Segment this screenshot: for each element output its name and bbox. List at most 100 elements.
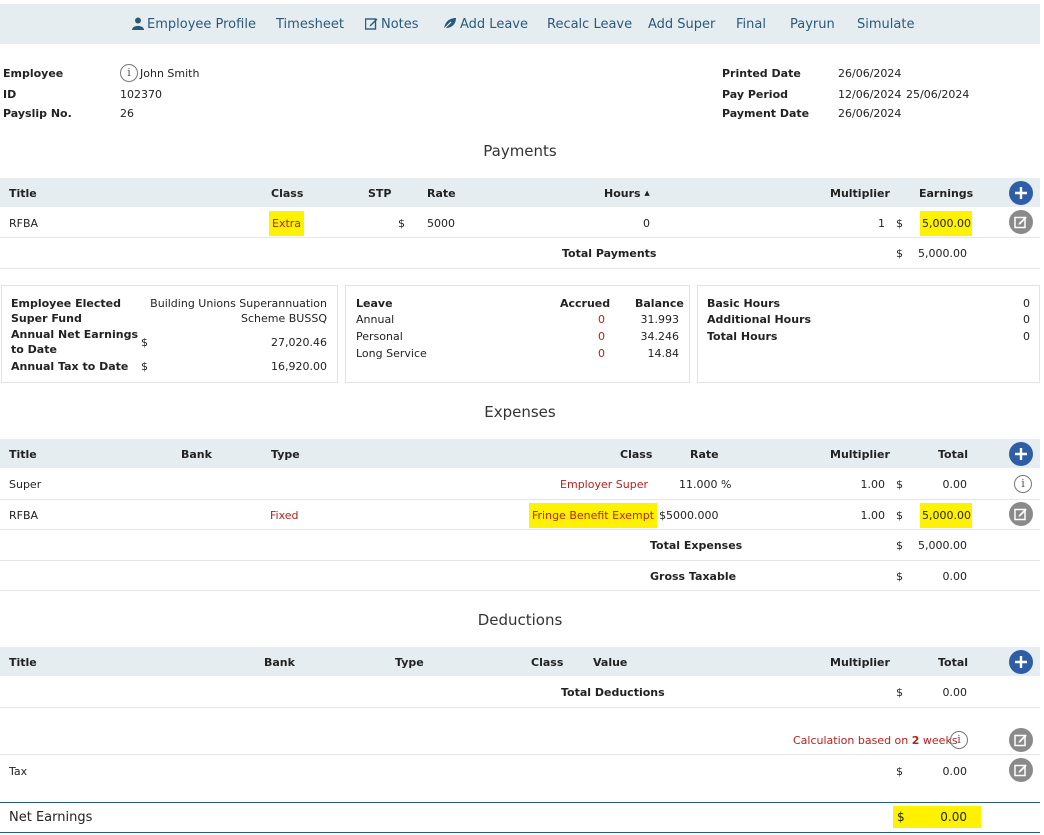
calculation-note: Calculation based on 2 weeks (793, 734, 958, 747)
annual-tax-currency: $ (141, 360, 148, 373)
net-earnings-label: Net Earnings (9, 810, 93, 825)
nav-final[interactable]: Final (736, 17, 766, 32)
divider (0, 237, 1040, 238)
edit-payment-button[interactable] (1009, 210, 1033, 234)
nav-add-super[interactable]: Add Super (648, 17, 715, 32)
pay-period-to: 25/06/2024 (906, 88, 970, 101)
nav-notes[interactable]: Notes (364, 17, 419, 32)
expense-rate: $5000.000 (659, 509, 719, 522)
nav-timesheet[interactable]: Timesheet (276, 17, 344, 32)
nav-recalc-leave[interactable]: Recalc Leave (547, 17, 632, 32)
total-deductions-label: Total Deductions (561, 686, 665, 699)
id-label: ID (3, 88, 17, 101)
total-expenses-value: 5,000.00 (918, 539, 967, 552)
nav-add-leave[interactable]: Add Leave (443, 17, 528, 32)
payslip-value: 26 (120, 107, 134, 120)
expense-total: 5,000.00 (920, 503, 972, 528)
payment-earnings-currency: $ (896, 217, 903, 230)
expense-rate: 11.000 % (679, 478, 732, 491)
edit-icon (1014, 764, 1027, 777)
id-value: 102370 (120, 88, 162, 101)
expense-title: RFBA (9, 509, 39, 522)
additional-hours-label: Additional Hours (707, 313, 812, 326)
super-fund-label-1: Employee Elected (11, 297, 121, 310)
edit-icon (1014, 216, 1027, 229)
super-fund-label-2: Super Fund (11, 312, 82, 325)
total-payments-value: 5,000.00 (918, 247, 967, 260)
annual-tax-label: Annual Tax to Date (11, 360, 129, 373)
col-type: Type (271, 448, 300, 461)
col-title: Title (9, 187, 37, 200)
col-multiplier: Multiplier (830, 656, 890, 669)
annual-net-value: 27,020.46 (271, 336, 327, 349)
leave-name: Annual (356, 313, 395, 326)
basic-hours-value: 0 (1023, 297, 1030, 310)
col-rate: Rate (690, 448, 719, 461)
net-earnings-value: 0.00 (940, 810, 967, 824)
annual-tax-value: 16,920.00 (271, 360, 327, 373)
payslip-label: Payslip No. (3, 107, 72, 120)
nav-simulate[interactable]: Simulate (857, 17, 914, 32)
total-hours-label: Total Hours (707, 330, 778, 343)
plus-icon (1015, 448, 1027, 460)
divider (0, 529, 1040, 530)
col-earnings: Earnings (919, 187, 974, 200)
leave-balance: 14.84 (647, 347, 680, 360)
col-value: Value (593, 656, 628, 669)
add-payment-button[interactable] (1009, 181, 1033, 205)
gross-taxable-label: Gross Taxable (650, 570, 737, 583)
total-payments-label: Total Payments (562, 247, 657, 260)
top-nav: Employee Profile Timesheet Notes Add Lea… (0, 4, 1040, 44)
total-expenses-label: Total Expenses (650, 539, 743, 552)
edit-calculation-button[interactable] (1009, 728, 1033, 752)
info-icon[interactable]: i (1014, 475, 1032, 493)
gross-taxable-value: 0.00 (942, 570, 968, 583)
col-title: Title (9, 448, 37, 461)
info-icon[interactable]: i (950, 731, 968, 749)
annual-net-label-1: Annual Net Earnings (11, 328, 138, 341)
leave-accrued: 0 (598, 330, 605, 343)
edit-tax-button[interactable] (1009, 758, 1033, 782)
net-earnings-currency: $ (897, 810, 905, 824)
col-bank: Bank (264, 656, 295, 669)
pay-period-from: 12/06/2024 (838, 88, 902, 101)
leave-name: Long Service (356, 347, 427, 360)
payment-rate-currency: $ (398, 217, 405, 230)
user-icon (132, 17, 144, 30)
printed-date-label: Printed Date (722, 67, 801, 80)
expense-total: 0.00 (942, 478, 968, 491)
deductions-title: Deductions (477, 611, 563, 629)
tax-value: 0.00 (942, 765, 968, 778)
super-fund-value-1: Building Unions Superannuation (150, 297, 327, 310)
add-expense-button[interactable] (1009, 442, 1033, 466)
col-type: Type (395, 656, 424, 669)
employee-label: Employee (3, 67, 64, 80)
info-icon[interactable]: i (120, 64, 138, 82)
nav-payrun[interactable]: Payrun (790, 17, 835, 32)
super-fund-value-2: Scheme BUSSQ (241, 312, 327, 325)
col-hours[interactable]: Hours ▲ (604, 187, 650, 200)
net-divider-bottom (0, 832, 1040, 833)
leave-balance: 34.246 (640, 330, 680, 343)
nav-employee-profile[interactable]: Employee Profile (132, 17, 256, 32)
balance-header: Balance (635, 297, 684, 310)
payment-multiplier: 1 (878, 217, 885, 230)
divider (0, 268, 1040, 269)
payment-class: Extra (269, 211, 305, 236)
tax-currency: $ (896, 765, 903, 778)
add-deduction-button[interactable] (1009, 650, 1033, 674)
edit-expense-button[interactable] (1009, 502, 1033, 526)
gross-taxable-currency: $ (896, 570, 903, 583)
leave-name: Personal (356, 330, 403, 343)
leave-accrued: 0 (598, 347, 605, 360)
total-deductions-value: 0.00 (942, 686, 968, 699)
col-total: Total (938, 448, 969, 461)
expense-currency: $ (896, 478, 903, 491)
annual-net-label-2: to Date (11, 343, 57, 356)
edit-icon (1014, 508, 1027, 521)
payment-date-label: Payment Date (722, 107, 810, 120)
payments-title: Payments (483, 142, 557, 160)
payment-earnings: 5,000.00 (920, 211, 972, 236)
col-total: Total (938, 656, 969, 669)
total-deductions-currency: $ (896, 686, 903, 699)
